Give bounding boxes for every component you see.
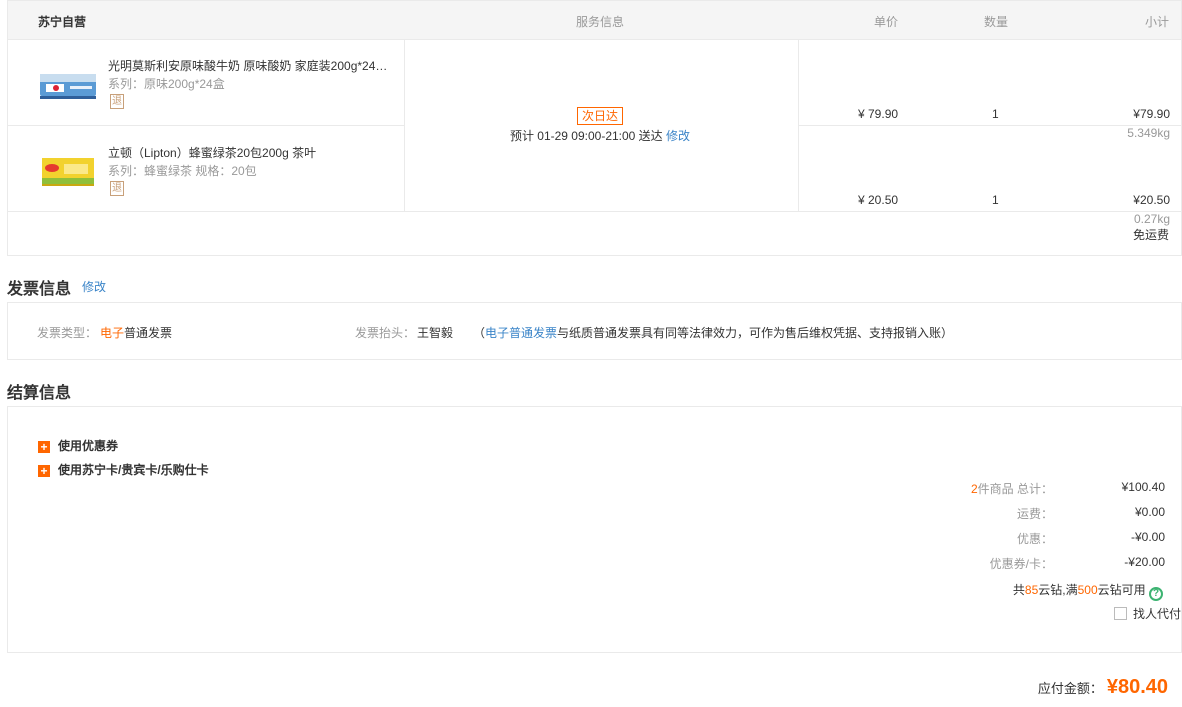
invoice-type-highlight: 电子	[100, 326, 125, 340]
shipping-value: ¥0.00	[1134, 505, 1165, 519]
invoice-note-rest: 与纸质普通发票具有同等法律效力，可作为售后维权凭据、支持报销入账）	[557, 326, 954, 340]
free-shipping-text: 免运费	[1132, 228, 1169, 242]
delivery-time: 预计 01-29 09:00-21:00 送达 修改	[403, 127, 797, 144]
item-count: 2	[970, 482, 978, 496]
freight-row: 免运费	[7, 212, 1182, 256]
settlement-section-title: 结算信息	[7, 385, 72, 402]
price-column-header: 单价	[874, 15, 899, 29]
settlement-box: + 使用优惠券 + 使用苏宁卡/贵宾卡/乐购仕卡 2件商品 总计： ¥100.40 …	[7, 406, 1182, 653]
points-suffix: 云钻可用	[1097, 583, 1146, 597]
invoice-type-value: 电子普通发票	[100, 324, 172, 341]
discount-value: -¥0.00	[1130, 530, 1165, 544]
points-mid: 云钻,满	[1038, 583, 1078, 597]
payable-amount: 应付金额： ¥80.40	[1038, 676, 1168, 699]
shipping-label: 运费：	[1016, 507, 1053, 521]
points-threshold: 500	[1077, 583, 1098, 597]
plus-icon: +	[38, 441, 50, 453]
discount-label: 优惠：	[1016, 532, 1053, 546]
total-items-label: 2件商品 总计：	[971, 480, 1053, 497]
help-icon[interactable]: ?	[1149, 587, 1163, 601]
invoice-type-label: 发票类型：	[37, 326, 98, 340]
total-label-text: 件商品 总计：	[977, 482, 1053, 496]
use-coupon-toggle[interactable]: + 使用优惠券	[38, 437, 118, 454]
total-value: ¥100.40	[1121, 480, 1165, 494]
quantity-column-header: 数量	[984, 15, 1009, 29]
invoice-box: 发票类型： 电子普通发票 发票抬头： 王智毅 （电子普通发票与纸质普通发票具有同…	[7, 302, 1182, 360]
service-info: 次日达 预计 01-29 09:00-21:00 送达 修改	[7, 40, 1182, 212]
invoice-modify-link[interactable]: 修改	[82, 278, 106, 295]
invoice-section-title: 发票信息	[7, 281, 72, 298]
cloud-diamond-points: 共85云钻,满500云钻可用 ?	[1013, 581, 1163, 601]
e-invoice-link[interactable]: 电子普通发票	[485, 326, 557, 340]
order-table-header: 苏宁自营 服务信息 单价 数量 小计	[7, 0, 1182, 40]
proxy-pay-checkbox[interactable]	[1113, 607, 1127, 620]
invoice-head-label: 发票抬头：	[355, 326, 416, 340]
invoice-type-rest: 普通发票	[124, 326, 173, 340]
next-day-badge: 次日达	[577, 107, 624, 125]
invoice-head-value: 王智毅	[417, 326, 454, 340]
payable-label: 应付金额：	[1037, 681, 1103, 696]
coupon-card-value: -¥20.00	[1124, 555, 1165, 569]
plus-icon: +	[38, 465, 50, 477]
proxy-pay-option[interactable]: 找人代付	[1113, 605, 1181, 622]
store-name: 苏宁自营	[38, 15, 87, 29]
proxy-pay-label: 找人代付	[1132, 607, 1181, 621]
modify-delivery-link[interactable]: 修改	[666, 129, 690, 143]
payable-value: ¥80.40	[1106, 676, 1168, 698]
service-column-header: 服务信息	[576, 15, 625, 29]
invoice-note: （电子普通发票与纸质普通发票具有同等法律效力，可作为售后维权凭据、支持报销入账）	[473, 324, 953, 341]
coupon-card-label: 优惠券/卡：	[989, 557, 1053, 571]
use-coupon-label: 使用优惠券	[58, 439, 119, 453]
points-count: 85	[1024, 583, 1039, 597]
subtotal-column-header: 小计	[1144, 15, 1169, 29]
use-card-label: 使用苏宁卡/贵宾卡/乐购仕卡	[58, 463, 209, 477]
points-prefix: 共	[1012, 583, 1025, 597]
invoice-note-prefix: （	[473, 326, 486, 340]
use-card-toggle[interactable]: + 使用苏宁卡/贵宾卡/乐购仕卡	[38, 461, 209, 478]
delivery-time-text: 预计 01-29 09:00-21:00 送达	[509, 129, 663, 143]
